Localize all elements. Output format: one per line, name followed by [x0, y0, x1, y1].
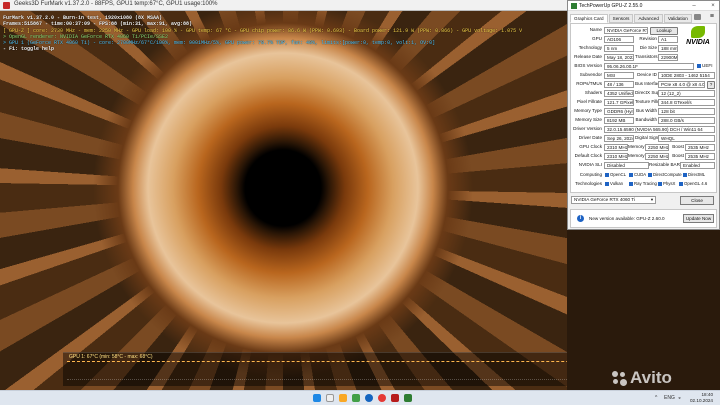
- uefi-label: UEFI: [697, 63, 715, 68]
- row-release-date: Release Date May 18, 2023 Transistors 22…: [574, 53, 678, 61]
- row-rops: ROPs/TMUs 48 / 136 Bus Interface PCIe x8…: [571, 80, 716, 89]
- gpuz-app-icon: [571, 3, 577, 9]
- row-driver-version: Driver Version 32.0.15.6590 (NVIDIA 565.…: [571, 125, 716, 134]
- row-technology: Technology 5 nm Die Size 188 mm²: [578, 44, 678, 52]
- furmark-taskbar-icon[interactable]: [391, 394, 399, 402]
- row-gpu-clock: GPU Clock 2310 MHz Memory 2250 MHz Boost…: [571, 143, 716, 152]
- gpuz-title: TechPowerUp GPU-Z 2.55.0: [579, 3, 643, 9]
- store-icon[interactable]: [352, 394, 360, 402]
- raytracing-check: Ray Tracing: [629, 181, 657, 186]
- row-gpu: GPU AD106 Revision A1: [571, 35, 716, 44]
- row-driver-date: Driver Date Sep 26, 2024 Digital Signatu…: [571, 134, 716, 143]
- clock-date: 02.10.2024: [690, 398, 713, 403]
- overlay-line: - F1: toggle help: [3, 46, 55, 53]
- file-explorer-icon[interactable]: [339, 394, 347, 402]
- row-memory-size: Memory Size 8192 MB Bandwidth 288.0 GB/s: [571, 116, 716, 125]
- update-now-button[interactable]: Update Now: [683, 214, 714, 223]
- menu-icon[interactable]: ≡: [710, 13, 714, 20]
- tab-sensors[interactable]: Sensors: [608, 14, 634, 23]
- update-text: New version available: GPU-Z 2.60.0: [589, 216, 665, 221]
- furmark-title-bar[interactable]: Geeks3D FurMark v1.37.2.0 - 88FPS, GPU1 …: [0, 0, 567, 11]
- temperature-graph-grid: [67, 379, 567, 380]
- language-indicator[interactable]: ENG: [664, 395, 675, 401]
- temperature-graph: GPU 1: 67°C (min: 58°C - max: 68°C): [63, 352, 567, 386]
- tab-advanced[interactable]: Advanced: [634, 14, 663, 23]
- row-shaders: Shaders 4352 Unified DirectX Support 12 …: [571, 89, 716, 98]
- furmark-title: Geeks3D FurMark v1.37.2.0 - 88FPS, GPU1 …: [14, 1, 218, 7]
- search-icon[interactable]: [326, 394, 334, 402]
- info-icon: i: [577, 215, 584, 222]
- network-icon[interactable]: ◒: [678, 395, 681, 401]
- gpuz-taskbar-icon[interactable]: [404, 394, 412, 402]
- row-computing: Computing OpenCL CUDA DirectCompute Dire…: [579, 172, 706, 177]
- avito-watermark: Avito: [630, 368, 672, 387]
- avito-logo-icon: [612, 371, 628, 387]
- tab-validation[interactable]: Validation: [663, 14, 692, 23]
- row-memory-type: Memory Type GDDR6 (Hynix) Bus Width 128 …: [571, 107, 716, 116]
- gpuz-window: TechPowerUp GPU-Z 2.55.0 – × Graphics Ca…: [567, 0, 720, 230]
- row-sli: NVIDIA SLI Disabled Resizable BAR Enable…: [571, 161, 716, 170]
- physx-check: PhysX: [658, 181, 675, 186]
- taskbar: ^ ENG ◒ 18:40 02.10.2024: [0, 390, 720, 405]
- revision-value: A1: [658, 35, 678, 43]
- directcompute-check: DirectCompute: [648, 172, 682, 177]
- uefi-checkbox: [697, 63, 701, 68]
- chrome-icon[interactable]: [378, 394, 386, 402]
- bus-test-button[interactable]: ?: [707, 80, 715, 89]
- clock[interactable]: 18:40 02.10.2024: [690, 392, 713, 404]
- card-select[interactable]: NVIDIA GeForce RTX 4060 Ti ▼: [571, 196, 656, 204]
- row-fillrate: Pixel Fillrate 121.7 GPixel/s Texture Fi…: [571, 98, 716, 107]
- update-notice: i New version available: GPU-Z 2.60.0 Up…: [570, 209, 717, 228]
- camera-icon[interactable]: [694, 14, 701, 20]
- graphics-card-panel: NVIDIA Name NVIDIA GeForce RTX 4060 Ti L…: [570, 23, 717, 193]
- close-button[interactable]: Close: [680, 196, 714, 205]
- furmark-app-icon: [3, 2, 10, 9]
- opengl-check: OpenGL 4.6: [679, 181, 707, 186]
- temperature-graph-label: GPU 1: 67°C (min: 58°C - max: 68°C): [69, 354, 153, 360]
- gpu-value: AD106: [604, 35, 634, 43]
- start-icon[interactable]: [313, 394, 321, 402]
- name-value: NVIDIA GeForce RTX 4060 Ti: [604, 26, 648, 34]
- tab-graphics-card[interactable]: Graphics Card: [570, 14, 608, 23]
- furmark-window: Geeks3D FurMark v1.37.2.0 - 88FPS, GPU1 …: [0, 0, 567, 390]
- tray-chevron-icon[interactable]: ^: [655, 395, 657, 401]
- row-default-clock: Default Clock 2310 MHz Memory 2250 MHz B…: [571, 152, 716, 161]
- minimize-icon[interactable]: –: [689, 2, 699, 10]
- row-technologies: Technologies Vulkan Ray Tracing PhysX Op…: [575, 181, 708, 186]
- overlay-line: [ GPU-Z ] core: 2730 MHz - mem: 2250 MHz…: [3, 27, 523, 34]
- directml-check: DirectML: [683, 172, 705, 177]
- row-name: Name NVIDIA GeForce RTX 4060 Ti Lookup: [571, 26, 716, 35]
- furmark-stats-overlay: FurMark v1.37.2.0 - Burn-in test, 1920x1…: [3, 15, 522, 53]
- vulkan-check: Vulkan: [605, 181, 623, 186]
- gpuz-title-bar[interactable]: TechPowerUp GPU-Z 2.55.0 – ×: [568, 1, 719, 11]
- row-subvendor: Subvendor MSI Device ID 10DE 2803 - 1462…: [571, 71, 716, 80]
- chevron-down-icon: ▼: [650, 197, 654, 202]
- row-bios: BIOS Version 95.06.26.00.1F UEFI: [571, 62, 716, 71]
- cuda-check: CUDA: [629, 172, 646, 177]
- close-icon[interactable]: ×: [708, 2, 718, 10]
- lookup-button[interactable]: Lookup: [650, 26, 678, 35]
- opencl-check: OpenCL: [605, 172, 626, 177]
- edge-icon[interactable]: [365, 394, 373, 402]
- gpuz-tabs: Graphics Card Sensors Advanced Validatio…: [570, 14, 692, 23]
- temperature-graph-line: [67, 361, 567, 362]
